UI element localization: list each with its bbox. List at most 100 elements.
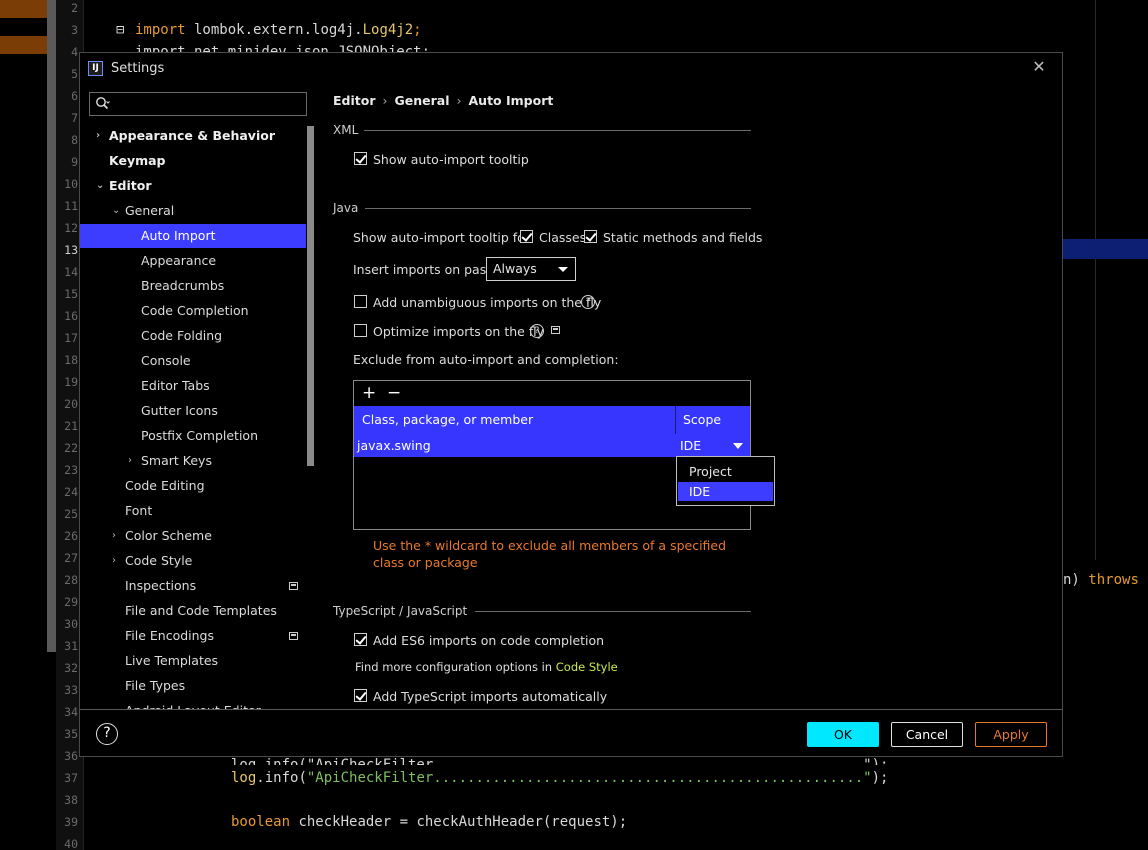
tree-item-label: Code Editing	[125, 478, 205, 493]
optimize-imports-label[interactable]: Optimize imports on the fly	[373, 324, 544, 339]
settings-search-input[interactable]	[89, 92, 307, 116]
tree-item-label: Breadcrumbs	[141, 278, 225, 293]
table-header: Class, package, or member Scope	[354, 406, 750, 434]
static-methods-checkbox[interactable]	[584, 230, 597, 243]
code-style-link[interactable]: Code Style	[556, 660, 618, 674]
classes-label[interactable]: Classes	[539, 230, 586, 245]
tree-item-label: Keymap	[109, 153, 166, 168]
tree-scrollbar[interactable]	[307, 126, 314, 466]
tree-item-live-templates[interactable]: Live Templates	[80, 649, 306, 673]
table-cell-name[interactable]: javax.swing	[357, 438, 431, 453]
es6-imports-checkbox[interactable]	[354, 633, 367, 646]
line-number: 26	[64, 529, 78, 543]
line-number: 16	[64, 309, 78, 323]
tree-item-color-scheme[interactable]: › Color Scheme	[80, 524, 306, 548]
table-row[interactable]: javax.swing IDE	[354, 434, 750, 457]
find-more-text: Find more configuration options in Code …	[355, 660, 618, 674]
tree-item-appearance-behavior[interactable]: › Appearance & Behavior	[80, 124, 306, 148]
tree-item-breadcrumbs[interactable]: Breadcrumbs	[80, 274, 306, 298]
ok-button[interactable]: OK	[807, 722, 879, 747]
optimize-imports-checkbox[interactable]	[354, 324, 367, 337]
insert-on-paste-dropdown[interactable]: Always	[486, 257, 576, 281]
unambiguous-imports-label[interactable]: Add unambiguous imports on the fly	[373, 295, 601, 310]
ts-auto-imports-label[interactable]: Add TypeScript imports automatically	[373, 689, 607, 704]
help-icon[interactable]: ?	[581, 295, 595, 309]
tree-item-label: Code Completion	[141, 303, 249, 318]
tree-item-console[interactable]: Console	[80, 349, 306, 373]
chevron-down-icon[interactable]: ⌄	[112, 199, 124, 223]
dialog-title: Settings	[111, 61, 165, 76]
search-icon	[96, 97, 110, 110]
tree-item-inspections[interactable]: Inspections	[80, 574, 306, 598]
line-number: 8	[71, 133, 78, 147]
tree-item-label: Smart Keys	[141, 453, 212, 468]
tree-item-font[interactable]: Font	[80, 499, 306, 523]
tree-item-label: Inspections	[125, 578, 197, 593]
tree-item-file-types[interactable]: File Types	[80, 674, 306, 698]
chevron-right-icon[interactable]: ›	[96, 124, 108, 148]
remove-icon[interactable]: −	[387, 384, 401, 402]
scope-dropdown-arrow-icon[interactable]	[733, 443, 743, 449]
classes-checkbox[interactable]	[520, 230, 533, 243]
tree-item-smart-keys[interactable]: › Smart Keys	[80, 449, 306, 473]
dialog-titlebar[interactable]: IJ Settings ✕	[80, 53, 1062, 85]
xml-show-tooltip-checkbox[interactable]	[354, 152, 367, 165]
exclude-table: + − Class, package, or member Scope java…	[353, 380, 751, 530]
tree-item-file-and-code-templates[interactable]: File and Code Templates	[80, 599, 306, 623]
line-number: 11	[64, 199, 78, 213]
line-number: 24	[64, 485, 78, 499]
tree-item-code-style[interactable]: › Code Style	[80, 549, 306, 573]
column-header-class[interactable]: Class, package, or member	[362, 412, 533, 427]
line-number: 12	[64, 221, 78, 235]
line-number: 4	[71, 45, 78, 59]
chevron-right-icon[interactable]: ›	[112, 524, 124, 548]
column-separator[interactable]	[675, 406, 676, 434]
static-methods-label[interactable]: Static methods and fields	[603, 230, 762, 245]
tree-item-label: File Types	[125, 678, 186, 693]
tree-item-auto-import[interactable]: Auto Import	[80, 224, 306, 248]
close-icon[interactable]: ✕	[1030, 58, 1048, 76]
project-panel-scrollbar[interactable]	[47, 0, 56, 652]
tree-item-editor[interactable]: ⌄ Editor	[80, 174, 306, 198]
tree-item-editor-tabs[interactable]: Editor Tabs	[80, 374, 306, 398]
tree-item-postfix-completion[interactable]: Postfix Completion	[80, 424, 306, 448]
es6-imports-label[interactable]: Add ES6 imports on code completion	[373, 633, 604, 648]
line-number: 37	[64, 771, 78, 785]
line-number: 34	[64, 705, 78, 719]
chevron-right-icon[interactable]: ›	[128, 449, 140, 473]
chevron-down-icon[interactable]: ⌄	[96, 174, 108, 198]
line-number: 15	[64, 287, 78, 301]
add-icon[interactable]: +	[362, 384, 376, 402]
column-header-scope[interactable]: Scope	[683, 412, 721, 427]
line-number: 13	[64, 243, 78, 257]
scope-option-project[interactable]: Project	[678, 462, 773, 481]
tree-item-label: Code Style	[125, 553, 193, 568]
tree-item-appearance[interactable]: Appearance	[80, 249, 306, 273]
scope-option-ide[interactable]: IDE	[678, 482, 773, 501]
xml-show-tooltip-label[interactable]: Show auto-import tooltip	[373, 152, 529, 167]
line-number: 27	[64, 551, 78, 565]
tree-item-keymap[interactable]: Keymap	[80, 149, 306, 173]
help-icon[interactable]: ?	[96, 723, 118, 745]
apply-button[interactable]: Apply	[975, 722, 1047, 747]
line-number: 35	[64, 727, 78, 741]
breadcrumb-item: Editor	[333, 93, 376, 108]
line-number: 6	[71, 89, 78, 103]
fold-marker[interactable]: ⊟	[116, 22, 124, 38]
breadcrumb: Editor › General › Auto Import	[333, 93, 553, 108]
tree-item-general[interactable]: ⌄ General	[80, 199, 306, 223]
help-icon[interactable]: ?	[530, 324, 544, 338]
chevron-right-icon[interactable]: ›	[112, 549, 124, 573]
unambiguous-imports-checkbox[interactable]	[354, 295, 367, 308]
tree-item-code-folding[interactable]: Code Folding	[80, 324, 306, 348]
tree-item-file-encodings[interactable]: File Encodings	[80, 624, 306, 648]
section-ts-title: TypeScript / JavaScript	[333, 604, 468, 618]
tree-item-code-completion[interactable]: Code Completion	[80, 299, 306, 323]
table-cell-scope[interactable]: IDE	[680, 438, 701, 453]
line-number: 39	[64, 815, 78, 829]
intellij-app-icon: IJ	[88, 61, 103, 76]
tree-item-gutter-icons[interactable]: Gutter Icons	[80, 399, 306, 423]
cancel-button[interactable]: Cancel	[891, 722, 963, 747]
tree-item-code-editing[interactable]: Code Editing	[80, 474, 306, 498]
ts-auto-imports-checkbox[interactable]	[354, 689, 367, 702]
